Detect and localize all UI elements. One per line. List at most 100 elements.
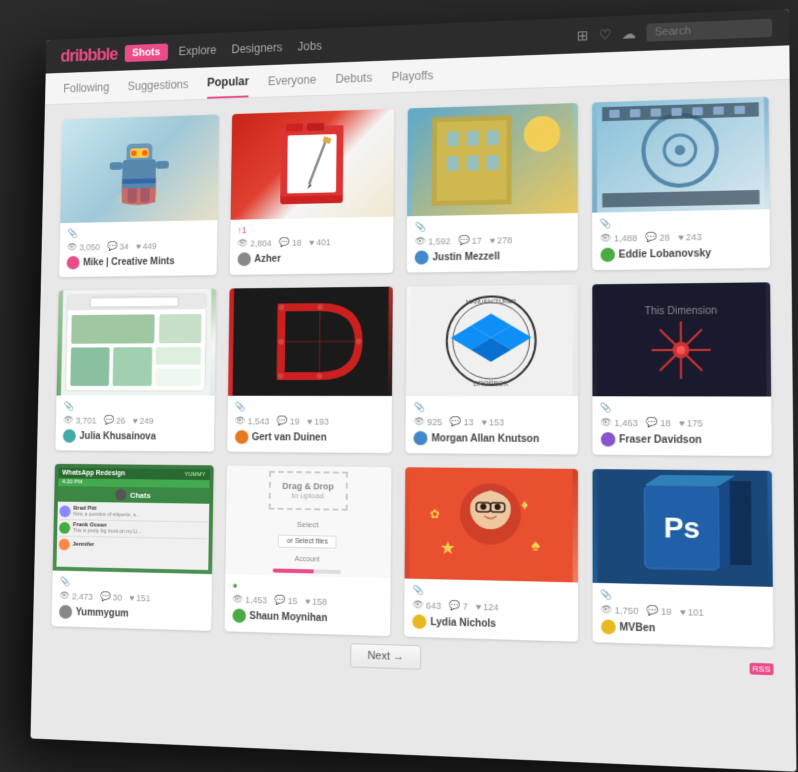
attach-icon-12: 📎 bbox=[600, 589, 764, 605]
subnav-everyone[interactable]: Everyone bbox=[268, 65, 317, 96]
avatar-8 bbox=[600, 432, 615, 446]
likes-3: ♥278 bbox=[490, 235, 513, 245]
comments-2: 💬18 bbox=[279, 237, 301, 248]
shot-image-2 bbox=[230, 109, 394, 220]
comments-9: 💬30 bbox=[100, 591, 122, 602]
shot-stats-1: 👁3,050 💬34 ♥449 bbox=[67, 239, 209, 252]
shot-author-7: Morgan Allan Knutson bbox=[413, 431, 569, 446]
nav-explore[interactable]: Explore bbox=[179, 43, 217, 58]
shot-card-7[interactable]: DROPBOX MANUFACTURER 📎 👁925 💬13 ♥153 bbox=[405, 285, 577, 455]
subnav-popular[interactable]: Popular bbox=[207, 66, 249, 98]
shot-stats-9: 👁2,473 💬30 ♥151 bbox=[59, 590, 203, 605]
shot-meta-9: 📎 👁2,473 💬30 ♥151 Yummygum bbox=[51, 571, 211, 631]
likes-4: ♥243 bbox=[678, 231, 702, 242]
subnav-playoffs[interactable]: Playoffs bbox=[392, 60, 434, 91]
shot-author-8: Fraser Davidson bbox=[600, 432, 763, 448]
attach-icon-4: 📎 bbox=[600, 216, 761, 230]
shot-card-5[interactable]: 📎 👁3,701 💬26 ♥249 Julia Khusainova bbox=[55, 289, 216, 452]
subnav-debuts[interactable]: Debuts bbox=[335, 63, 372, 93]
nav-links: Explore Designers Jobs bbox=[179, 29, 577, 58]
author-name-5[interactable]: Julia Khusainova bbox=[79, 431, 156, 442]
author-name-8[interactable]: Fraser Davidson bbox=[619, 434, 702, 446]
avatar-1 bbox=[67, 256, 80, 269]
author-name-10[interactable]: Shaun Moynihan bbox=[249, 610, 327, 623]
shot-stats-2: 👁2,804 💬18 ♥401 bbox=[237, 235, 385, 248]
shot-author-4: Eddie Lobanovsky bbox=[600, 245, 761, 262]
author-name-2[interactable]: Azher bbox=[254, 253, 281, 264]
subnav-suggestions[interactable]: Suggestions bbox=[127, 70, 188, 101]
svg-text:★: ★ bbox=[440, 537, 456, 558]
shot-card-10[interactable]: Drag & Drop to upload Select or Select f… bbox=[224, 466, 391, 637]
shot-image-12: Ps bbox=[592, 469, 773, 587]
comments-7: 💬13 bbox=[450, 416, 473, 427]
comments-11: 💬7 bbox=[449, 600, 468, 612]
shots-tab[interactable]: Shots bbox=[125, 43, 168, 62]
search-input[interactable] bbox=[646, 19, 772, 42]
next-button[interactable]: Next → bbox=[350, 643, 421, 670]
grid-icon[interactable]: ⊞ bbox=[576, 27, 588, 44]
shot-card-12[interactable]: Ps 📎 👁1 bbox=[592, 469, 773, 647]
author-name-12[interactable]: MVBen bbox=[619, 622, 655, 635]
shot-card-4[interactable]: 📎 👁1,488 💬28 ♥243 Eddie Lobanovsky bbox=[592, 97, 770, 270]
avatar-2 bbox=[237, 252, 250, 266]
avatar-6 bbox=[234, 430, 248, 444]
author-name-7[interactable]: Morgan Allan Knutson bbox=[431, 433, 539, 445]
shot-stats-4: 👁1,488 💬28 ♥243 bbox=[600, 230, 761, 244]
author-name-11[interactable]: Lydia Nichols bbox=[430, 616, 496, 629]
upload-icon[interactable]: ☁ bbox=[622, 25, 636, 42]
likes-1: ♥449 bbox=[136, 241, 157, 251]
views-12: 👁1,750 bbox=[601, 604, 639, 616]
attach-icon-9: 📎 bbox=[60, 577, 204, 591]
shot-card-11[interactable]: ★ ♦ ✿ ♠ 📎 👁643 💬7 ♥124 bbox=[404, 467, 577, 641]
shot-card-8[interactable]: This Dimension bbox=[592, 282, 772, 456]
next-btn-row: Next → bbox=[350, 643, 421, 670]
likes-12: ♥101 bbox=[680, 606, 704, 617]
nav-designers[interactable]: Designers bbox=[231, 41, 282, 56]
likes-11: ♥124 bbox=[476, 601, 499, 612]
comments-3: 💬17 bbox=[458, 235, 481, 246]
shot-card-9[interactable]: WhatsApp Redesign YUMMY 4:20 PM Chats bbox=[51, 464, 213, 631]
shot-card-6[interactable]: 📎 👁1,543 💬19 ♥193 Gert van Duinen bbox=[227, 287, 393, 453]
activity-icon[interactable]: ♡ bbox=[599, 26, 612, 43]
views-1: 👁3,050 bbox=[67, 241, 100, 252]
shot-image-5 bbox=[57, 289, 216, 396]
shot-image-6 bbox=[228, 287, 393, 396]
shot-image-1 bbox=[60, 115, 218, 224]
views-9: 👁2,473 bbox=[59, 590, 93, 602]
comments-1: 💬34 bbox=[107, 241, 129, 252]
shot-author-6: Gert van Duinen bbox=[234, 430, 383, 445]
shot-card-3[interactable]: 📎 👁1,592 💬17 ♥278 Justin Mezzell bbox=[407, 103, 578, 273]
avatar-3 bbox=[415, 251, 429, 265]
attach-icon-1: 📎 bbox=[67, 226, 209, 239]
comments-12: 💬19 bbox=[647, 605, 672, 617]
shot-meta-11: 📎 👁643 💬7 ♥124 Lydia Nichols bbox=[404, 579, 577, 642]
nav-jobs[interactable]: Jobs bbox=[298, 39, 322, 53]
shot-meta-1: 📎 👁3,050 💬34 ♥449 Mike | Creative Mints bbox=[59, 220, 217, 277]
shot-author-9: Yummygum bbox=[59, 605, 203, 623]
shot-meta-6: 📎 👁1,543 💬19 ♥193 Gert van Duinen bbox=[227, 396, 392, 453]
avatar-11 bbox=[412, 614, 426, 629]
attach-icon-2: ↑1 bbox=[237, 223, 385, 235]
shot-author-1: Mike | Creative Mints bbox=[67, 254, 209, 270]
views-8: 👁1,463 bbox=[600, 417, 638, 428]
shot-stats-6: 👁1,543 💬19 ♥193 bbox=[235, 415, 384, 427]
author-name-1[interactable]: Mike | Creative Mints bbox=[83, 256, 175, 268]
shot-meta-3: 📎 👁1,592 💬17 ♥278 Justin Mezzell bbox=[407, 213, 578, 273]
avatar-10 bbox=[232, 609, 246, 623]
svg-text:MANUFACTURER: MANUFACTURER bbox=[466, 299, 517, 306]
views-2: 👁2,804 bbox=[237, 237, 271, 248]
shot-stats-8: 👁1,463 💬18 ♥175 bbox=[600, 417, 763, 429]
shot-meta-4: 📎 👁1,488 💬28 ♥243 Eddie Lobanovsky bbox=[592, 209, 770, 270]
attach-icon-10: ● bbox=[232, 581, 382, 595]
rss-link[interactable]: RSS bbox=[749, 663, 774, 674]
author-name-4[interactable]: Eddie Lobanovsky bbox=[619, 248, 712, 261]
shot-author-2: Azher bbox=[237, 250, 385, 266]
author-name-9[interactable]: Yummygum bbox=[76, 607, 129, 619]
author-name-6[interactable]: Gert van Duinen bbox=[252, 432, 327, 443]
author-name-3[interactable]: Justin Mezzell bbox=[433, 251, 500, 263]
subnav-following[interactable]: Following bbox=[63, 73, 110, 103]
content: 📎 👁3,050 💬34 ♥449 Mike | Creative Mints bbox=[30, 80, 796, 772]
shot-card-2[interactable]: ↑1 👁2,804 💬18 ♥401 Azher bbox=[229, 109, 394, 275]
shot-card-1[interactable]: 📎 👁3,050 💬34 ♥449 Mike | Creative Mints bbox=[59, 115, 218, 278]
likes-2: ♥401 bbox=[309, 237, 331, 247]
